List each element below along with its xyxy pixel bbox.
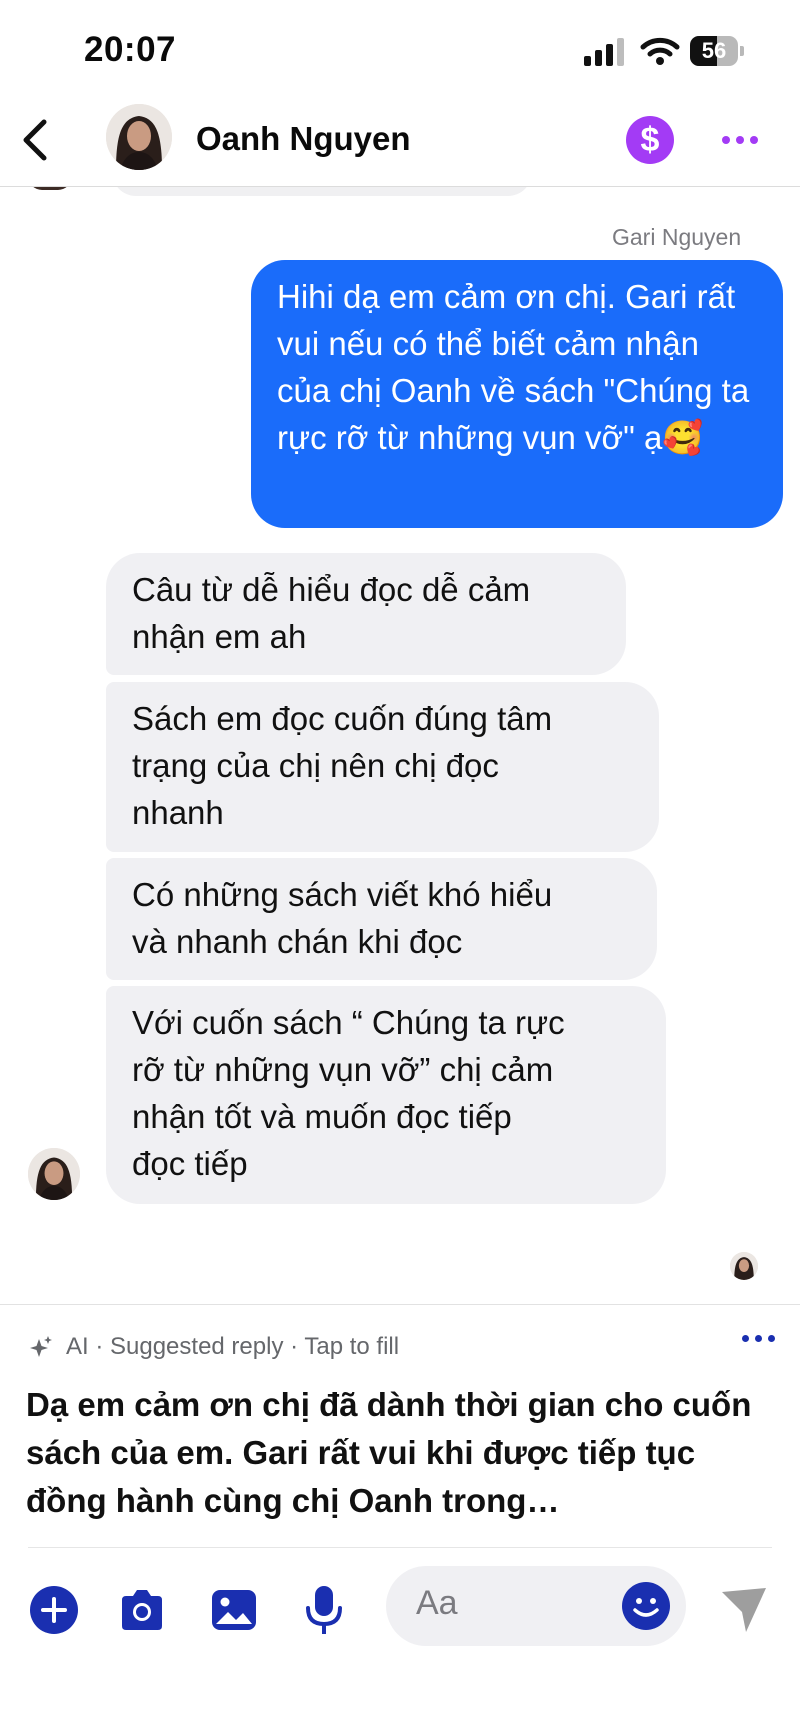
incoming-message[interactable]: Với cuốn sách “ Chúng ta rực rỡ từ những… xyxy=(106,986,666,1204)
incoming-message[interactable]: Câu từ dễ hiểu đọc dễ cảm nhận em ah xyxy=(106,553,626,675)
wifi-icon xyxy=(640,37,680,65)
payment-button[interactable]: $ xyxy=(626,116,674,164)
message-composer: Aa xyxy=(0,1550,800,1670)
suggested-reply-panel[interactable]: AI · Suggested reply · Tap to fill Dạ em… xyxy=(0,1304,800,1551)
more-dots-icon xyxy=(722,136,730,144)
more-dot xyxy=(768,1335,775,1342)
divider xyxy=(28,1547,772,1548)
chat-header: Oanh Nguyen $ xyxy=(0,92,800,187)
contact-avatar[interactable] xyxy=(106,104,172,170)
emoji-icon[interactable] xyxy=(622,1582,670,1630)
more-dots-icon xyxy=(742,1335,749,1342)
cellular-signal-icon xyxy=(584,38,624,66)
more-dot xyxy=(750,136,758,144)
back-arrow-icon[interactable] xyxy=(10,112,66,168)
send-icon[interactable] xyxy=(716,1582,772,1638)
camera-icon[interactable] xyxy=(114,1582,170,1638)
gallery-icon[interactable] xyxy=(206,1582,262,1638)
status-time: 20:07 xyxy=(84,30,177,69)
message-input-placeholder: Aa xyxy=(416,1584,458,1622)
incoming-message[interactable]: Sách em đọc cuốn đúng tâm trạng của chị … xyxy=(106,682,659,852)
battery-indicator: 56 xyxy=(690,36,744,66)
seen-receipt-avatar xyxy=(730,1252,758,1280)
more-dot xyxy=(736,136,744,144)
suggested-reply-text[interactable]: Dạ em cảm ơn chị đã dành thời gian cho c… xyxy=(26,1381,778,1525)
microphone-icon[interactable] xyxy=(296,1582,352,1638)
more-dot xyxy=(755,1335,762,1342)
message-input[interactable]: Aa xyxy=(386,1566,686,1646)
battery-level: 56 xyxy=(701,38,727,63)
sender-name-label: Gari Nguyen xyxy=(612,224,742,250)
outgoing-message[interactable]: Hihi dạ em cảm ơn chị. Gari rất vui nếu … xyxy=(251,260,783,528)
suggested-reply-label: AI · Suggested reply · Tap to fill xyxy=(66,1333,400,1360)
sender-avatar[interactable] xyxy=(28,1148,80,1200)
suggestion-more-button[interactable] xyxy=(740,1325,780,1349)
ai-sparkle-icon xyxy=(30,1336,52,1357)
more-options-button[interactable] xyxy=(714,114,766,162)
contact-name[interactable]: Oanh Nguyen xyxy=(196,120,411,158)
incoming-message[interactable]: Có những sách viết khó hiểu và nhanh chá… xyxy=(106,858,657,980)
plus-icon[interactable] xyxy=(26,1582,82,1638)
